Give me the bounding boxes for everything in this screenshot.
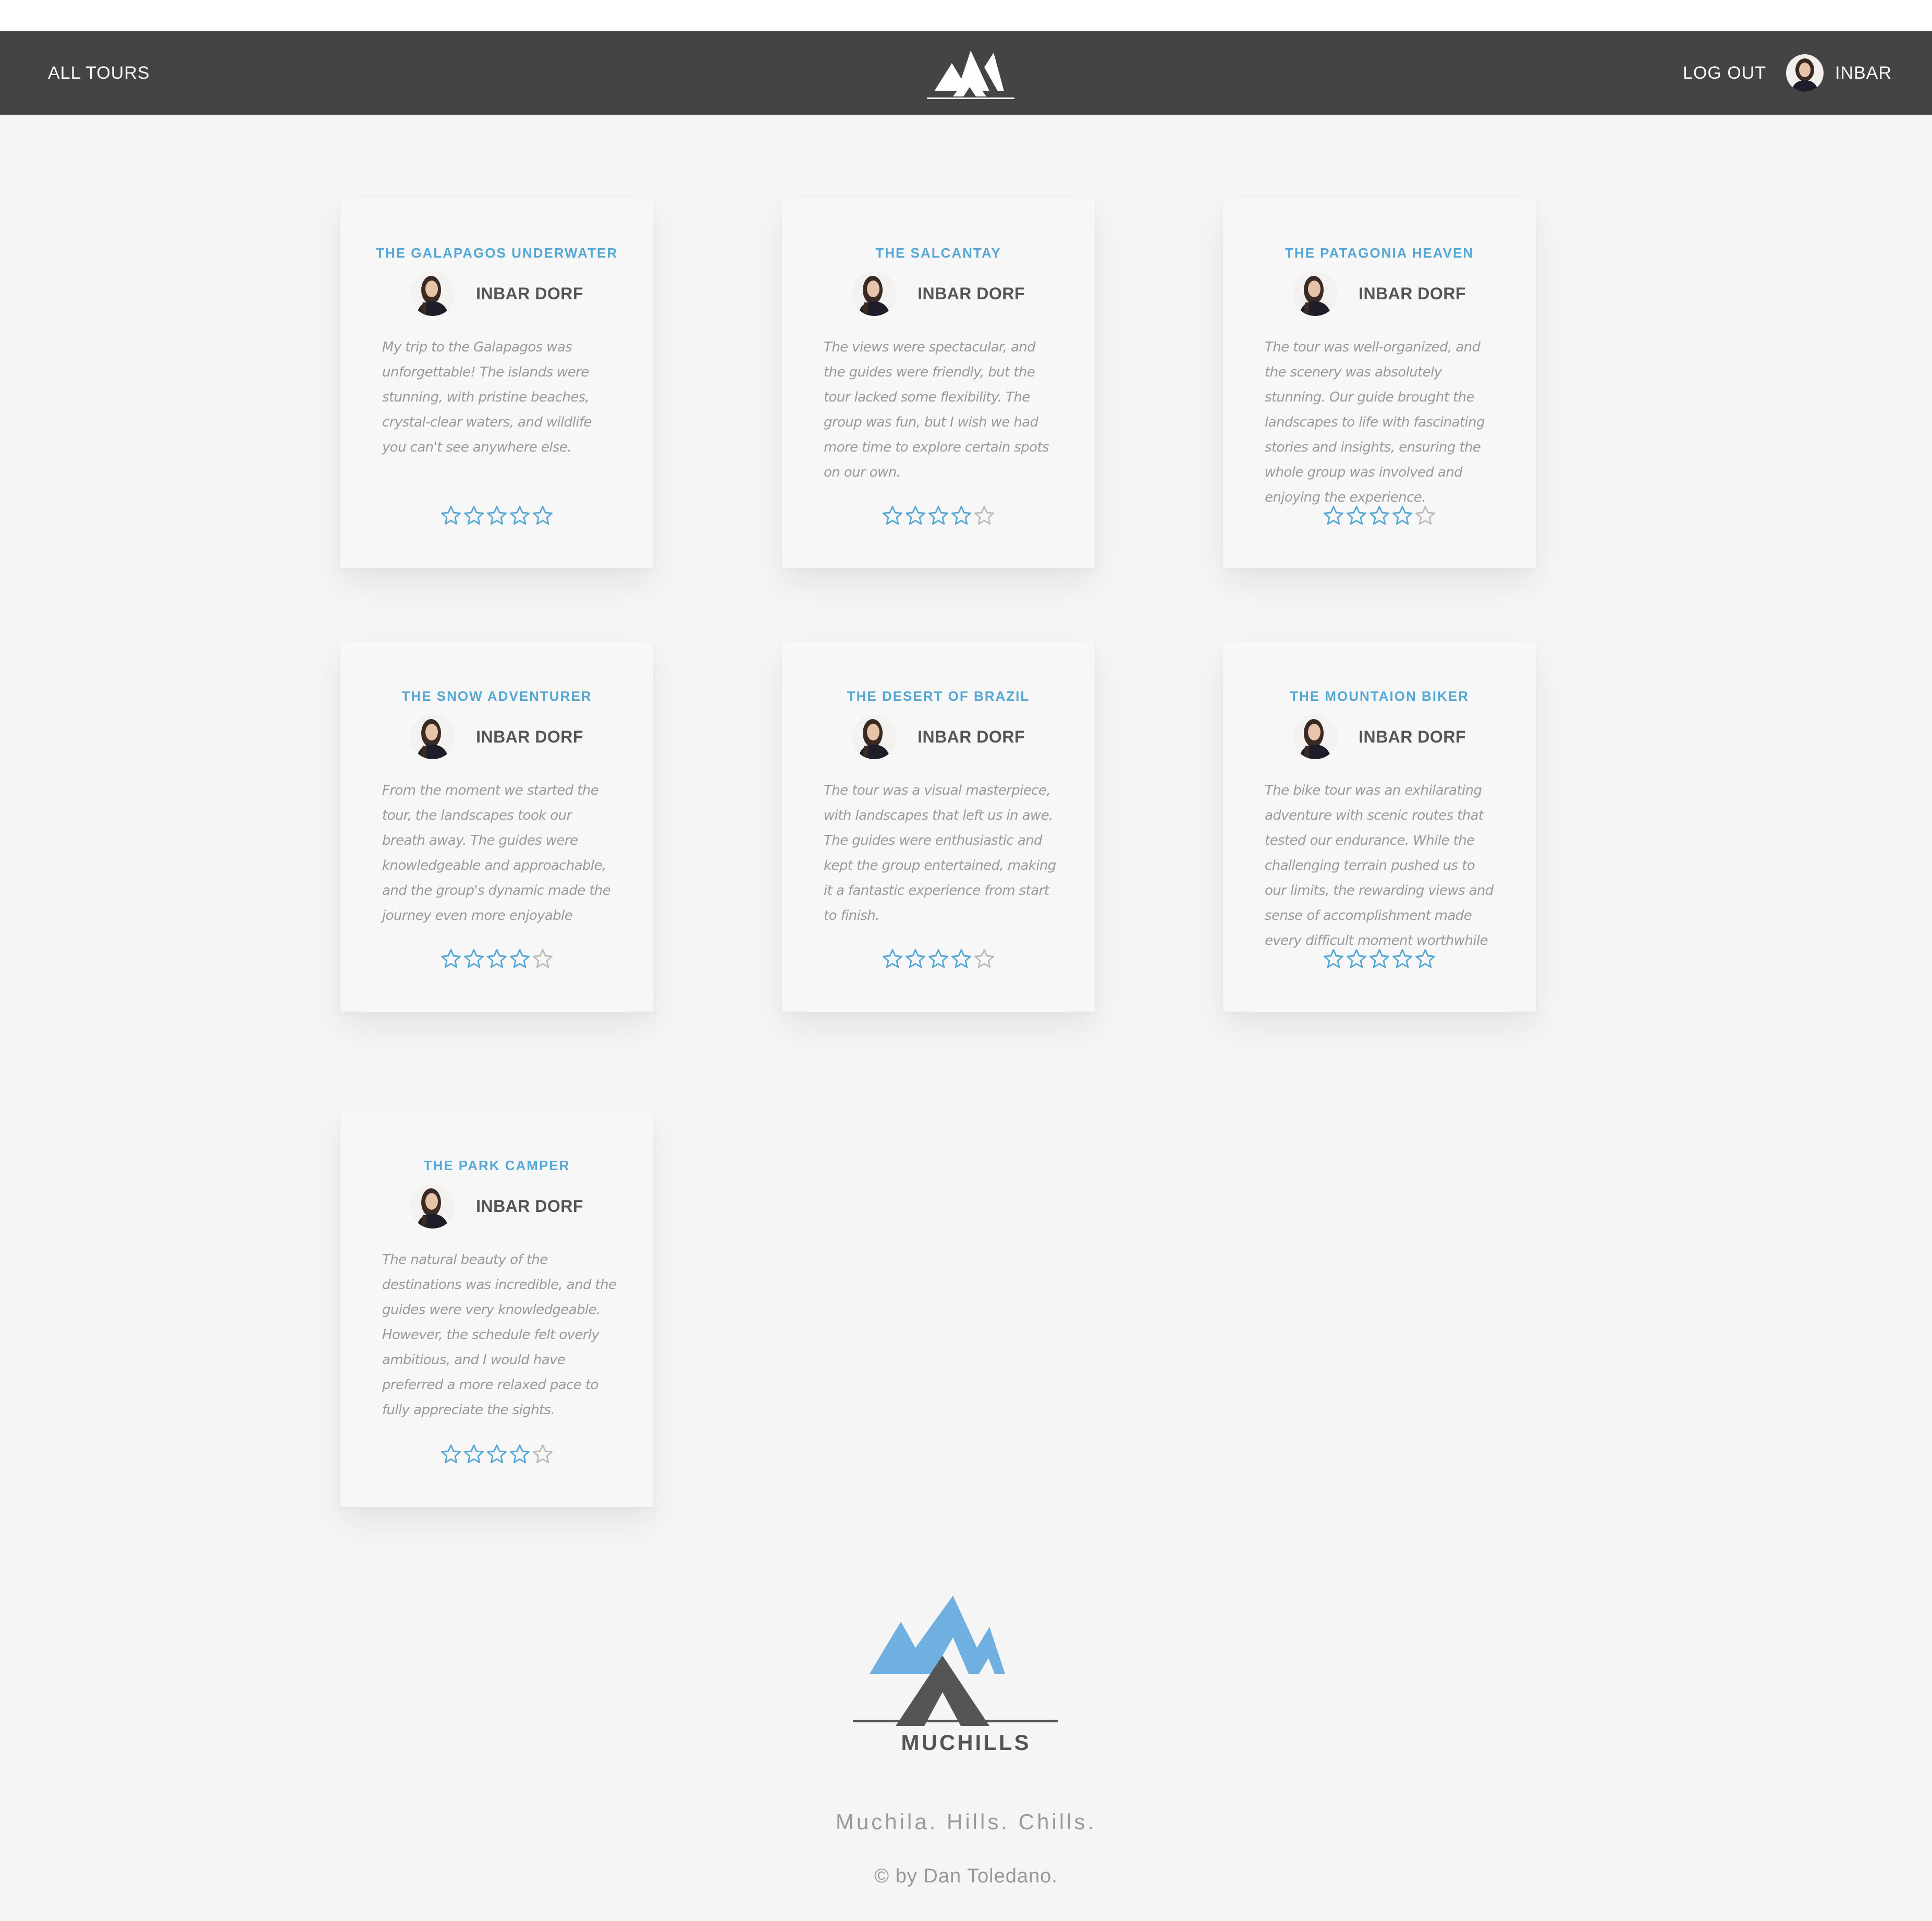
review-text: The tour was well-organized, and the sce… bbox=[1265, 339, 1485, 505]
star-icon bbox=[441, 1444, 461, 1464]
review-card: THE SALCANTAY INBAR DORF The views were … bbox=[782, 198, 1095, 568]
rating-stars bbox=[340, 505, 653, 527]
footer-tagline: Muchila. Hills. Chills. bbox=[835, 1809, 1097, 1834]
review-card: THE GALAPAGOS UNDERWATER INBAR DORF My t… bbox=[340, 198, 653, 568]
tour-title[interactable]: THE SALCANTAY bbox=[782, 245, 1095, 261]
footer-brand: MUCHILLS bbox=[901, 1730, 1031, 1755]
reviewer-avatar bbox=[410, 271, 456, 316]
review-text: From the moment we started the tour, the… bbox=[382, 783, 611, 923]
user-avatar bbox=[1786, 54, 1824, 92]
tour-title[interactable]: THE PATAGONIA HEAVEN bbox=[1223, 245, 1536, 261]
star-icon bbox=[1392, 506, 1412, 525]
star-icon bbox=[487, 949, 507, 968]
rating-stars bbox=[1223, 948, 1536, 970]
review-text: The natural beauty of the destinations w… bbox=[382, 1252, 617, 1418]
star-icon bbox=[974, 506, 994, 525]
reviewer-avatar bbox=[1293, 714, 1338, 759]
reviewer-name: INBAR DORF bbox=[476, 1196, 583, 1215]
star-icon bbox=[1324, 949, 1343, 968]
nav-user-profile[interactable]: INBAR bbox=[1786, 52, 1892, 94]
mountain-logo-icon[interactable] bbox=[923, 39, 1017, 107]
user-name: INBAR bbox=[1835, 63, 1892, 83]
reviewer-name: INBAR DORF bbox=[918, 727, 1025, 746]
rating-stars bbox=[782, 948, 1095, 970]
star-icon bbox=[1415, 949, 1435, 968]
star-icon bbox=[1347, 949, 1366, 968]
star-icon bbox=[951, 506, 971, 525]
reviewer-avatar bbox=[852, 271, 897, 316]
reviewer: INBAR DORF bbox=[782, 271, 1095, 316]
rating-stars bbox=[782, 505, 1095, 527]
star-icon bbox=[441, 506, 461, 525]
rating-stars bbox=[340, 1443, 653, 1465]
star-icon bbox=[441, 949, 461, 968]
nav-logout-link[interactable]: LOG OUT bbox=[1683, 31, 1766, 115]
star-icon bbox=[883, 949, 902, 968]
tour-title[interactable]: THE MOUNTAION BIKER bbox=[1223, 688, 1536, 704]
reviewer-name: INBAR DORF bbox=[1359, 727, 1466, 746]
star-icon bbox=[951, 949, 971, 968]
reviewer: INBAR DORF bbox=[782, 714, 1095, 759]
reviewer: INBAR DORF bbox=[1223, 271, 1536, 316]
star-icon bbox=[487, 1444, 507, 1464]
star-icon bbox=[464, 1444, 484, 1464]
reviewer: INBAR DORF bbox=[340, 271, 653, 316]
reviewer-avatar bbox=[852, 714, 897, 759]
reviewer-avatar bbox=[410, 1184, 456, 1229]
star-icon bbox=[533, 949, 553, 968]
star-icon bbox=[510, 506, 530, 525]
review-text: My trip to the Galapagos was unforgettab… bbox=[382, 339, 592, 455]
tour-title[interactable]: THE DESERT OF BRAZIL bbox=[782, 688, 1095, 704]
tour-title[interactable]: THE PARK CAMPER bbox=[340, 1158, 653, 1174]
star-icon bbox=[974, 949, 994, 968]
review-card: THE MOUNTAION BIKER INBAR DORF The bike … bbox=[1223, 641, 1536, 1012]
star-icon bbox=[510, 1444, 530, 1464]
reviewer-avatar bbox=[1293, 271, 1338, 316]
star-icon bbox=[533, 506, 553, 525]
footer-copyright: © by Dan Toledano. bbox=[874, 1865, 1058, 1887]
reviewer-name: INBAR DORF bbox=[1359, 284, 1466, 303]
review-text: The tour was a visual masterpiece, with … bbox=[824, 783, 1056, 923]
review-card: THE SNOW ADVENTURER INBAR DORF From the … bbox=[340, 641, 653, 1012]
reviewer: INBAR DORF bbox=[340, 714, 653, 759]
tour-title[interactable]: THE GALAPAGOS UNDERWATER bbox=[340, 245, 653, 261]
star-icon bbox=[883, 506, 902, 525]
star-icon bbox=[510, 949, 530, 968]
reviewer-avatar bbox=[410, 714, 456, 759]
star-icon bbox=[928, 506, 948, 525]
tour-title[interactable]: THE SNOW ADVENTURER bbox=[340, 688, 653, 704]
review-card: THE DESERT OF BRAZIL INBAR DORF The tour… bbox=[782, 641, 1095, 1012]
reviewer: INBAR DORF bbox=[340, 1184, 653, 1229]
star-icon bbox=[1347, 506, 1366, 525]
star-icon bbox=[1392, 949, 1412, 968]
star-icon bbox=[1369, 949, 1389, 968]
reviewer-name: INBAR DORF bbox=[476, 284, 583, 303]
star-icon bbox=[1415, 506, 1435, 525]
star-icon bbox=[906, 949, 925, 968]
reviewer-name: INBAR DORF bbox=[476, 727, 583, 746]
rating-stars bbox=[340, 948, 653, 970]
review-text: The views were spectacular, and the guid… bbox=[824, 339, 1049, 480]
nav-all-tours-link[interactable]: ALL TOURS bbox=[48, 31, 150, 115]
reviewer-name: INBAR DORF bbox=[918, 284, 1025, 303]
review-card: THE PARK CAMPER INBAR DORF The natural b… bbox=[340, 1111, 653, 1507]
reviewer: INBAR DORF bbox=[1223, 714, 1536, 759]
star-icon bbox=[533, 1444, 553, 1464]
star-icon bbox=[1369, 506, 1389, 525]
star-icon bbox=[1324, 506, 1343, 525]
review-text: The bike tour was an exhilarating advent… bbox=[1265, 783, 1494, 949]
star-icon bbox=[464, 949, 484, 968]
star-icon bbox=[487, 506, 507, 525]
rating-stars bbox=[1223, 505, 1536, 527]
star-icon bbox=[928, 949, 948, 968]
star-icon bbox=[906, 506, 925, 525]
star-icon bbox=[464, 506, 484, 525]
review-card: THE PATAGONIA HEAVEN INBAR DORF The tour… bbox=[1223, 198, 1536, 568]
browser-top-strip bbox=[0, 0, 1932, 31]
navbar: ALL TOURS LOG OUT INBAR bbox=[0, 31, 1932, 115]
